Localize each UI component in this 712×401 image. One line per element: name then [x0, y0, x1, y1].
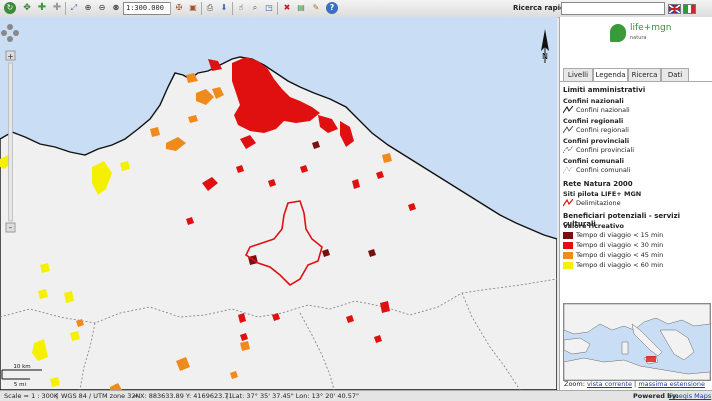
class-60-swatch: [563, 261, 573, 269]
quick-search-input[interactable]: [561, 2, 665, 15]
map-view[interactable]: + – N 10 km 5 mi: [0, 17, 557, 390]
side-panel: life+mgn natura Livelli Legenda Ricerca …: [559, 17, 712, 390]
leaf-logo-icon: [610, 24, 626, 42]
full-extent-icon[interactable]: ✥: [21, 2, 33, 14]
class-45-label: Tempo di viaggio < 45 min: [576, 251, 664, 259]
legend-class-45: Tempo di viaggio < 45 min: [563, 251, 663, 259]
legend-heading-natura: Rete Natura 2000: [563, 180, 633, 188]
legend-sites-title: Siti pilota LIFE+ MGN: [563, 190, 642, 198]
overview-spain: [564, 337, 591, 355]
tab-legenda[interactable]: Legenda: [593, 68, 628, 82]
overview-zoom-bar: Zoom: vista corrente | massima estension…: [564, 380, 705, 388]
overview-sardinia: [621, 341, 629, 355]
tab-dati[interactable]: Dati: [661, 68, 689, 81]
scalebar-km-label: 10 km: [13, 364, 30, 370]
legend-heading-admin: Limiti amministrativi: [563, 86, 646, 94]
legend-sites-item: Delimitazione: [563, 199, 621, 207]
toolbar: ↻ ✥ ✚ ✚ ⤢ ⊕ ⊖ ⊗ 1:300.000 ✠ ▣ ⎙ ⬇ ☝ ⌕ ◳ …: [0, 0, 712, 18]
zoom-box-icon[interactable]: ⤢: [68, 2, 80, 14]
pan-icon[interactable]: ✚: [36, 2, 48, 14]
italy-flag-icon[interactable]: [683, 4, 696, 14]
north-label: N: [542, 52, 548, 61]
line-symbol-icon: [563, 126, 573, 134]
class-60-label: Tempo di viaggio < 60 min: [576, 261, 664, 269]
legend-com-label: Confini comunali: [576, 166, 631, 174]
measure-area-icon[interactable]: ▣: [187, 2, 199, 14]
map-canvas: + – N 10 km 5 mi: [0, 24, 557, 390]
legend-nat-item: Confini nazionali: [563, 106, 630, 114]
measure-icon[interactable]: ✠: [173, 2, 185, 14]
legend-value-title: Valore ricreativo: [563, 222, 624, 230]
status-bar: Scale = 1 : 300K | WGS 84 / UTM zone 32N…: [0, 390, 712, 401]
legend-class-60: Tempo di viaggio < 60 min: [563, 261, 663, 269]
legend-com-item: Confini comunali: [563, 166, 630, 174]
svg-text:–: –: [9, 223, 13, 232]
tab-livelli[interactable]: Livelli: [563, 68, 593, 81]
zoom-label: Zoom:: [564, 380, 585, 388]
legend-com-title: Confini comunali: [563, 157, 624, 165]
legend-nat-title: Confini nazionali: [563, 97, 624, 105]
overview-current-extent: [646, 356, 656, 362]
scale-input[interactable]: 1:300.000: [123, 2, 171, 15]
pan-disabled-icon[interactable]: ✚: [51, 2, 63, 14]
logo: life+mgn natura: [608, 21, 698, 47]
print-icon[interactable]: ⎙: [204, 2, 216, 14]
tab-ricerca[interactable]: Ricerca: [628, 68, 661, 81]
refresh-icon[interactable]: ↻: [4, 2, 16, 14]
legend-prov-item: Confini provinciali: [563, 146, 634, 154]
search-map-icon[interactable]: ⌕: [249, 2, 261, 14]
zoom-in-icon[interactable]: ⊕: [82, 2, 94, 14]
legend-class-15: Tempo di viaggio < 15 min: [563, 231, 663, 239]
identify-icon[interactable]: ☝: [235, 2, 247, 14]
help-icon[interactable]: ?: [326, 2, 338, 14]
scalebar-mi-label: 5 mi: [14, 382, 27, 388]
dotted-line-symbol-icon: [563, 166, 573, 174]
export-icon[interactable]: ⬇: [218, 2, 230, 14]
class-30-swatch: [563, 241, 573, 249]
line-symbol-icon: [563, 106, 573, 114]
dashed-line-symbol-icon: [563, 146, 573, 154]
zoom-current-view-link[interactable]: vista corrente: [587, 380, 632, 388]
legend-class-30: Tempo di viaggio < 30 min: [563, 241, 663, 249]
uk-flag-icon[interactable]: [668, 4, 681, 14]
logo-name: life+mgn: [630, 23, 672, 33]
legend-nat-label: Confini nazionali: [576, 106, 630, 114]
legend-reg-label: Confini regionali: [576, 126, 629, 134]
legend-sites-label: Delimitazione: [576, 199, 621, 207]
cancel-icon[interactable]: ⊗: [110, 2, 122, 14]
zoom-out-icon[interactable]: ⊖: [96, 2, 108, 14]
overview-italy: [631, 323, 663, 357]
select-icon[interactable]: ◳: [263, 2, 275, 14]
overview-africa: [564, 357, 710, 380]
legend-reg-item: Confini regionali: [563, 126, 629, 134]
zoom-max-extent-link[interactable]: massima estensione: [638, 380, 705, 388]
class-45-swatch: [563, 251, 573, 259]
clear-selection-icon[interactable]: ✖: [281, 2, 293, 14]
logo-tagline: natura: [630, 35, 647, 41]
red-line-symbol-icon: [563, 199, 573, 207]
svg-text:+: +: [7, 52, 14, 61]
class-30-label: Tempo di viaggio < 30 min: [576, 241, 664, 249]
overview-balkans: [659, 329, 695, 361]
edit-icon[interactable]: ✎: [310, 2, 322, 14]
zoom-separator: |: [634, 380, 637, 388]
overview-map[interactable]: [563, 303, 711, 381]
feature-info-icon[interactable]: ▤: [295, 2, 307, 14]
overview-canvas: [564, 304, 710, 380]
class-15-label: Tempo di viaggio < 15 min: [576, 231, 664, 239]
legend-prov-title: Confini provinciali: [563, 137, 630, 145]
legend-reg-title: Confini regionali: [563, 117, 624, 125]
legend-prov-label: Confini provinciali: [576, 146, 635, 154]
class-15-swatch: [563, 231, 573, 239]
